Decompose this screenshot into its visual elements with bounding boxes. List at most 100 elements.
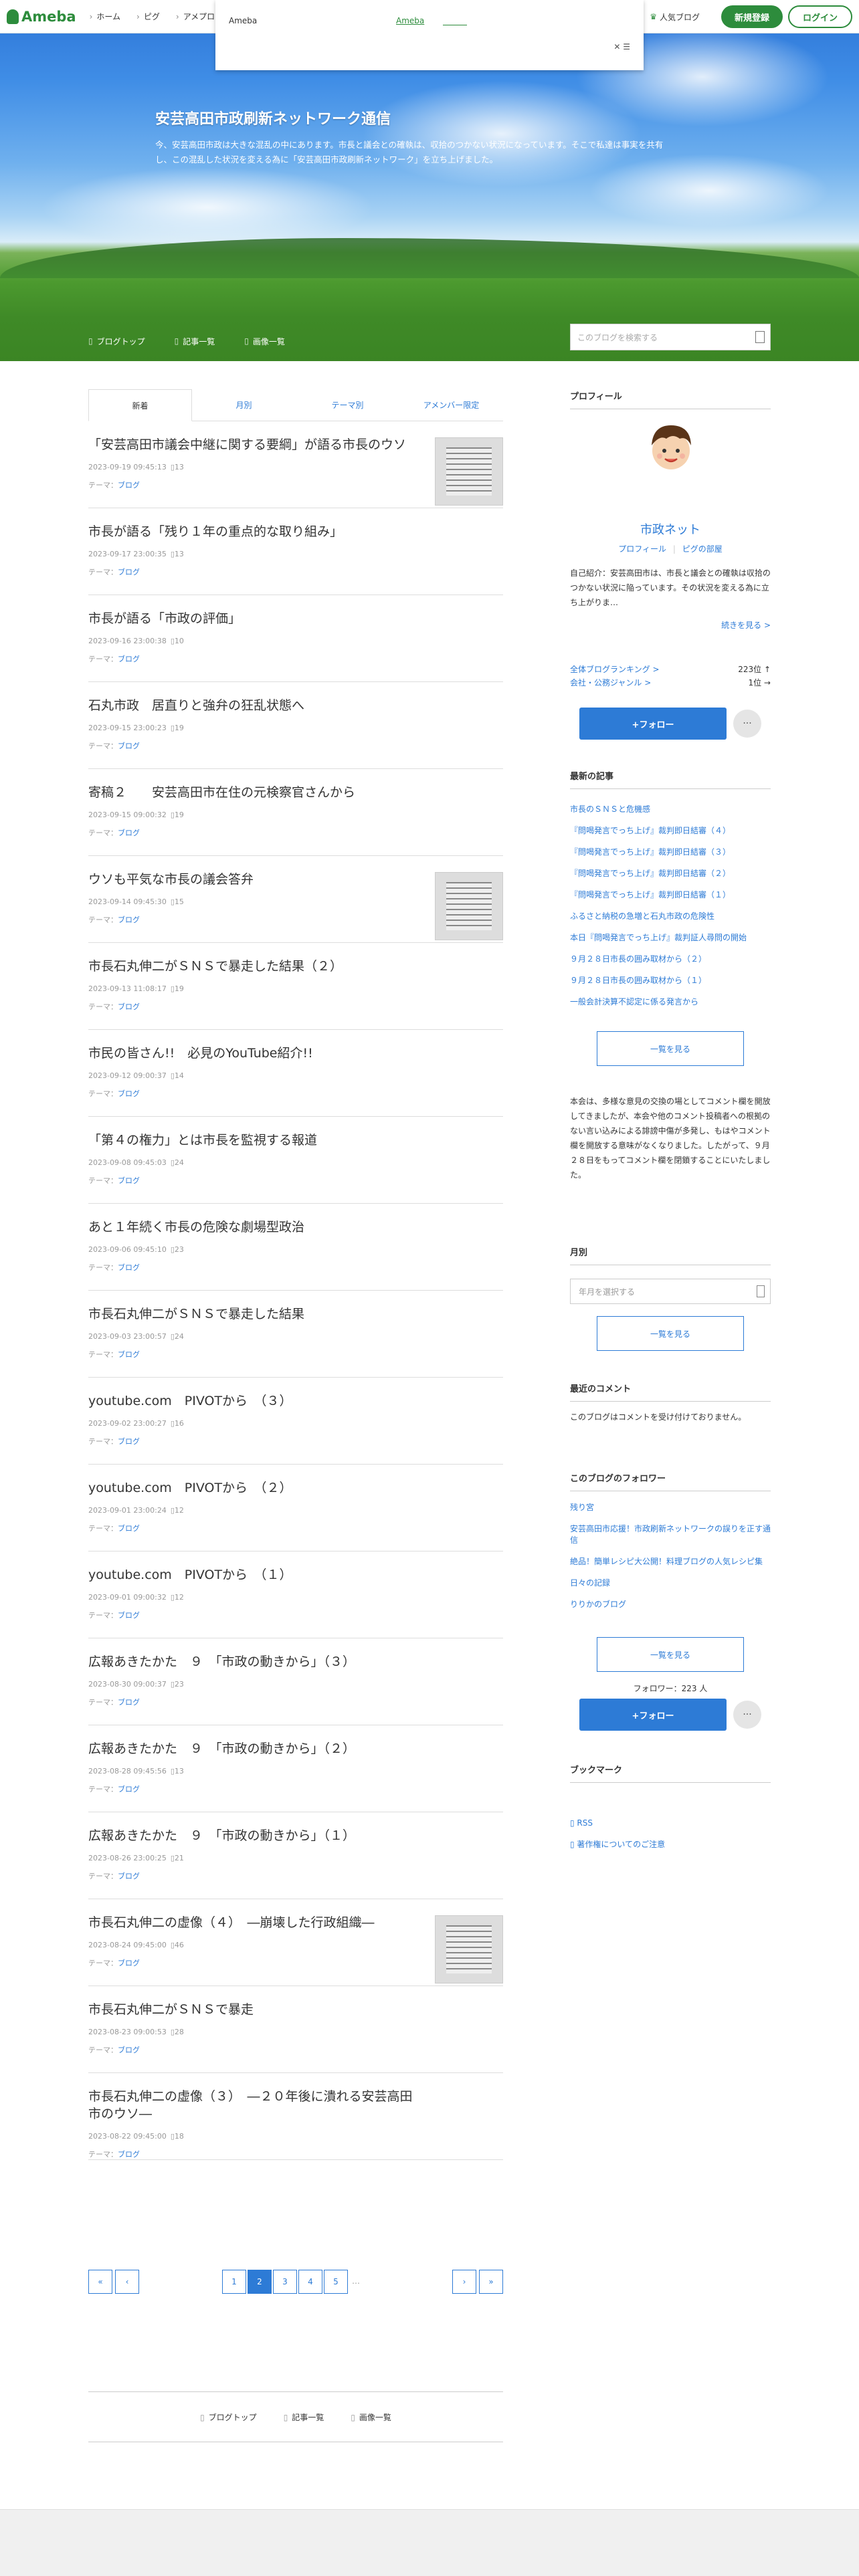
search-icon[interactable] xyxy=(755,331,765,343)
entry-title[interactable]: youtube.com PIVOTから （３） xyxy=(88,1392,423,1410)
entry-title[interactable]: 「安芸高田市議会中継に関する要綱」が語る市長のウソ xyxy=(88,436,423,453)
recent-list-button[interactable]: 一覧を見る xyxy=(597,1031,744,1066)
next-page-button[interactable]: › xyxy=(452,2270,476,2294)
entry-title[interactable]: 市長が語る「残り１年の重点的な取り組み」 xyxy=(88,523,423,540)
theme-link[interactable]: ブログ xyxy=(118,1785,140,1794)
comment-count[interactable]: 13 xyxy=(175,550,184,558)
entry-title[interactable]: 市長石丸伸二の虚像（３） ―２０年後に潰れる安芸高田市のウソ― xyxy=(88,2088,423,2123)
comment-count[interactable]: 24 xyxy=(175,1332,184,1341)
comment-count[interactable]: 21 xyxy=(175,1854,184,1862)
follower-link[interactable]: 日々の記録 xyxy=(570,1578,771,1589)
first-page-button[interactable]: « xyxy=(88,2270,112,2294)
entry-title[interactable]: 広報あきたかた ９ 「市政の動きから」（３） xyxy=(88,1653,423,1671)
entry-title[interactable]: 市長石丸伸二の虚像（４） ―崩壊した行政組織― xyxy=(88,1914,423,1931)
comment-count[interactable]: 16 xyxy=(175,1419,184,1428)
recent-entry-link[interactable]: 一般会計決算不認定に係る発言から xyxy=(570,996,771,1008)
tab-amember[interactable]: アメンバー限定 xyxy=(399,389,503,421)
entry-title[interactable]: 寄稿２ 安芸高田市在住の元検察官さんから xyxy=(88,784,423,801)
theme-link[interactable]: ブログ xyxy=(118,829,140,837)
comment-count[interactable]: 19 xyxy=(175,811,184,819)
comment-count[interactable]: 28 xyxy=(175,2028,184,2036)
header-nav-images[interactable]: ▯ 画像一覧 xyxy=(244,336,285,347)
recent-entry-link[interactable]: 『問喝発言でっち上げ』裁判即日結審（４） xyxy=(570,825,771,837)
recent-entry-link[interactable]: 市長のＳＮＳと危機感 xyxy=(570,804,771,815)
theme-link[interactable]: ブログ xyxy=(118,1872,140,1881)
page-5[interactable]: 5 xyxy=(324,2270,348,2294)
comment-count[interactable]: 12 xyxy=(175,1506,184,1515)
nav-home[interactable]: ホーム xyxy=(90,11,120,22)
profile-link[interactable]: プロフィール xyxy=(618,544,666,554)
tab-monthly[interactable]: 月別 xyxy=(192,389,296,421)
theme-link[interactable]: ブログ xyxy=(118,1002,140,1011)
month-select[interactable]: 年月を選択する xyxy=(570,1279,771,1304)
follow-button-bottom[interactable]: +フォロー xyxy=(579,1699,727,1731)
comment-count[interactable]: 15 xyxy=(175,897,184,906)
entry-title[interactable]: 石丸市政 居直りと強弁の狂乱状態へ xyxy=(88,697,423,714)
entry-title[interactable]: 市長石丸伸二がＳＮＳで暴走した結果 xyxy=(88,1305,423,1323)
theme-link[interactable]: ブログ xyxy=(118,2046,140,2054)
recent-entry-link[interactable]: ふるさと納税の急増と石丸市政の危険性 xyxy=(570,911,771,922)
page-4[interactable]: 4 xyxy=(298,2270,322,2294)
more-options-icon[interactable]: ··· xyxy=(733,710,761,738)
followers-list-button[interactable]: 一覧を見る xyxy=(597,1637,744,1672)
theme-link[interactable]: ブログ xyxy=(118,1176,140,1185)
page-3[interactable]: 3 xyxy=(273,2270,297,2294)
comment-count[interactable]: 19 xyxy=(175,984,184,993)
recent-entry-link[interactable]: ９月２８日市長の囲み取材から（１） xyxy=(570,975,771,986)
page-2[interactable]: 2 xyxy=(248,2270,272,2294)
theme-link[interactable]: ブログ xyxy=(118,481,140,490)
entry-title[interactable]: 市長が語る「市政の評価」 xyxy=(88,610,423,627)
entry-title[interactable]: 市長石丸伸二がＳＮＳで暴走 xyxy=(88,2001,423,2018)
follower-link[interactable]: 残り宮 xyxy=(570,1502,771,1513)
genre-ranking[interactable]: 会社・公務ジャンル >1位 → xyxy=(570,677,771,688)
entry-thumbnail[interactable] xyxy=(435,1915,503,1983)
entry-title[interactable]: youtube.com PIVOTから （２） xyxy=(88,1479,423,1497)
entry-title[interactable]: 市長石丸伸二がＳＮＳで暴走した結果（２） xyxy=(88,958,423,975)
comment-count[interactable]: 23 xyxy=(175,1245,184,1254)
entry-title[interactable]: 市民の皆さん!! 必見のYouTube紹介!! xyxy=(88,1045,423,1062)
tab-theme[interactable]: テーマ別 xyxy=(296,389,399,421)
footer-nav-entries[interactable]: ▯ 記事一覧 xyxy=(284,2411,324,2423)
recent-entry-link[interactable]: 『問喝発言でっち上げ』裁判即日結審（２） xyxy=(570,868,771,879)
nav-pigg[interactable]: ピグ xyxy=(136,11,160,22)
comment-count[interactable]: 13 xyxy=(175,463,184,471)
comment-count[interactable]: 13 xyxy=(175,1767,184,1776)
prev-page-button[interactable]: ‹ xyxy=(115,2270,139,2294)
comment-count[interactable]: 19 xyxy=(175,724,184,732)
theme-link[interactable]: ブログ xyxy=(118,1350,140,1359)
entry-title[interactable]: 「第４の権力」とは市長を監視する報道 xyxy=(88,1132,423,1149)
theme-link[interactable]: ブログ xyxy=(118,1089,140,1098)
entry-thumbnail[interactable] xyxy=(435,872,503,940)
entry-title[interactable]: youtube.com PIVOTから （１） xyxy=(88,1566,423,1584)
recent-entry-link[interactable]: ９月２８日市長の囲み取材から（２） xyxy=(570,954,771,965)
page-1[interactable]: 1 xyxy=(222,2270,246,2294)
blog-title[interactable]: 安芸高田市政刷新ネットワーク通信 xyxy=(155,107,391,128)
comment-count[interactable]: 18 xyxy=(175,2132,184,2141)
theme-link[interactable]: ブログ xyxy=(118,655,140,663)
follower-link[interactable]: 絶品！簡単レシピ大公開！料理ブログの人気レシピ集 xyxy=(570,1556,771,1568)
entry-title[interactable]: あと１年続く市長の危険な劇場型政治 xyxy=(88,1218,423,1236)
last-page-button[interactable]: » xyxy=(479,2270,503,2294)
comment-count[interactable]: 46 xyxy=(175,1941,184,1949)
nav-amepro[interactable]: アメプロ xyxy=(176,11,215,22)
comment-count[interactable]: 23 xyxy=(175,1680,184,1689)
copyright-link[interactable]: ▯ 著作権についてのご注意 xyxy=(570,1839,771,1850)
entry-title[interactable]: ウソも平気な市長の議会答弁 xyxy=(88,871,423,888)
header-nav-entries[interactable]: ▯ 記事一覧 xyxy=(175,336,215,347)
entry-thumbnail[interactable] xyxy=(435,437,503,506)
footer-nav-images[interactable]: ▯ 画像一覧 xyxy=(351,2411,391,2423)
follow-button[interactable]: +フォロー xyxy=(579,708,727,740)
theme-link[interactable]: ブログ xyxy=(118,742,140,750)
entry-title[interactable]: 広報あきたかた ９ 「市政の動きから」（２） xyxy=(88,1740,423,1757)
login-button[interactable]: ログイン xyxy=(787,5,852,28)
theme-link[interactable]: ブログ xyxy=(118,1437,140,1446)
pigg-room-link[interactable]: ピグの部屋 xyxy=(682,544,723,554)
overall-ranking[interactable]: 全体ブログランキング >223位 ↑ xyxy=(570,663,771,675)
comment-count[interactable]: 24 xyxy=(175,1158,184,1167)
tab-new[interactable]: 新着 xyxy=(88,389,192,421)
footer-nav-top[interactable]: ▯ ブログトップ xyxy=(200,2411,257,2423)
recent-entry-link[interactable]: 本日『問喝発言でっち上げ』裁判証人尋問の開始 xyxy=(570,932,771,944)
rss-link[interactable]: ▯ RSS xyxy=(570,1818,771,1829)
blog-search-input[interactable]: このブログを検索する xyxy=(570,324,771,350)
comment-count[interactable]: 10 xyxy=(175,637,184,645)
